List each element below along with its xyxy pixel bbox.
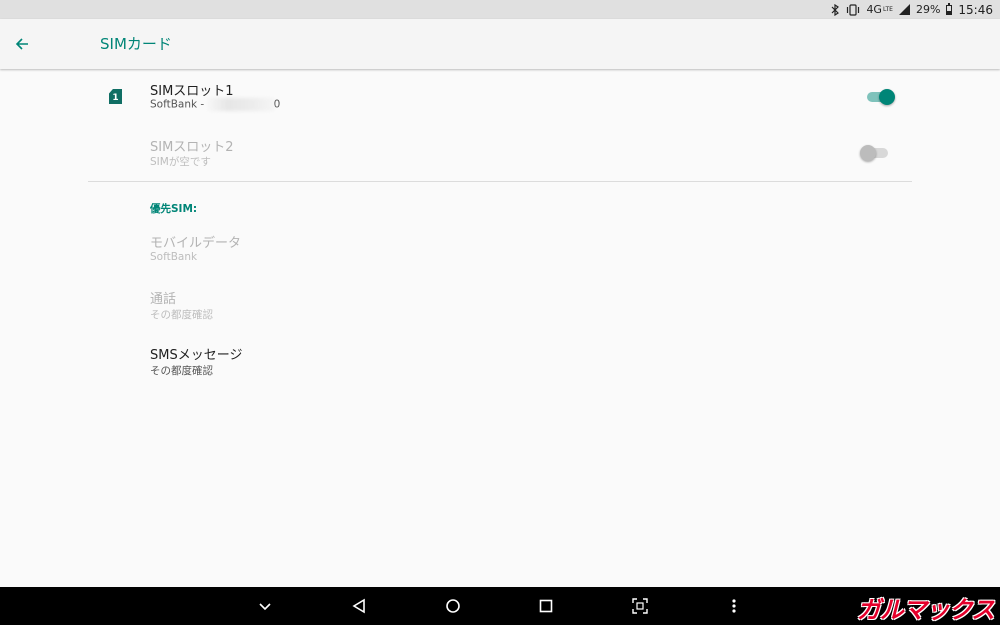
sim-slot-1-title: SIMスロット1 [150,84,234,99]
watermark-logo: ガルマックス [856,596,995,624]
sim-card-icon: 1 [109,89,122,104]
recents-square-icon[interactable] [536,596,556,616]
redacted-number [207,98,274,111]
mobile-data-title: モバイルデータ [150,236,242,251]
sim-slot-1-summary: SoftBank - 0 [150,98,281,111]
status-bar: 4G LTE 29% 15:46 [0,0,1000,19]
page-title: SIMカード [100,35,172,53]
signal-icon [898,4,910,15]
calls-row: 通話 その都度確認 [0,284,1000,340]
vibrate-icon [846,3,860,16]
sms-summary: その都度確認 [150,365,213,377]
navigation-bar: ガルマックス [0,587,1000,625]
sim-slot-2-summary: SIMが空です [150,156,211,168]
chevron-down-icon[interactable] [255,596,275,616]
mobile-data-summary: SoftBank [150,251,198,263]
network-type: 4G LTE [866,3,893,16]
back-arrow-icon[interactable] [12,34,32,54]
back-triangle-icon[interactable] [349,596,369,616]
bluetooth-icon [830,3,840,16]
sms-row[interactable]: SMSメッセージ その都度確認 [0,340,1000,396]
calls-title: 通話 [150,292,177,307]
home-circle-icon[interactable] [443,596,463,616]
screenshot-icon[interactable] [630,596,650,616]
battery-percent: 29% [915,3,941,16]
sim-slot-2-title: SIMスロット2 [150,140,234,155]
sim-slot-1-row[interactable]: 1 SIMスロット1 SoftBank - 0 [0,70,1000,126]
sim-slot-2-row: SIMスロット2 SIMが空です [0,126,1000,182]
sms-title: SMSメッセージ [150,348,243,363]
more-vert-icon[interactable] [724,596,744,616]
calls-summary: その都度確認 [150,309,213,321]
app-bar: SIMカード [0,19,1000,69]
preferred-sim-header: 優先SIM: [150,203,198,215]
battery-icon [946,2,953,15]
clock: 15:46 [958,2,993,17]
divider [88,181,912,182]
mobile-data-row: モバイルデータ SoftBank [0,228,1000,284]
